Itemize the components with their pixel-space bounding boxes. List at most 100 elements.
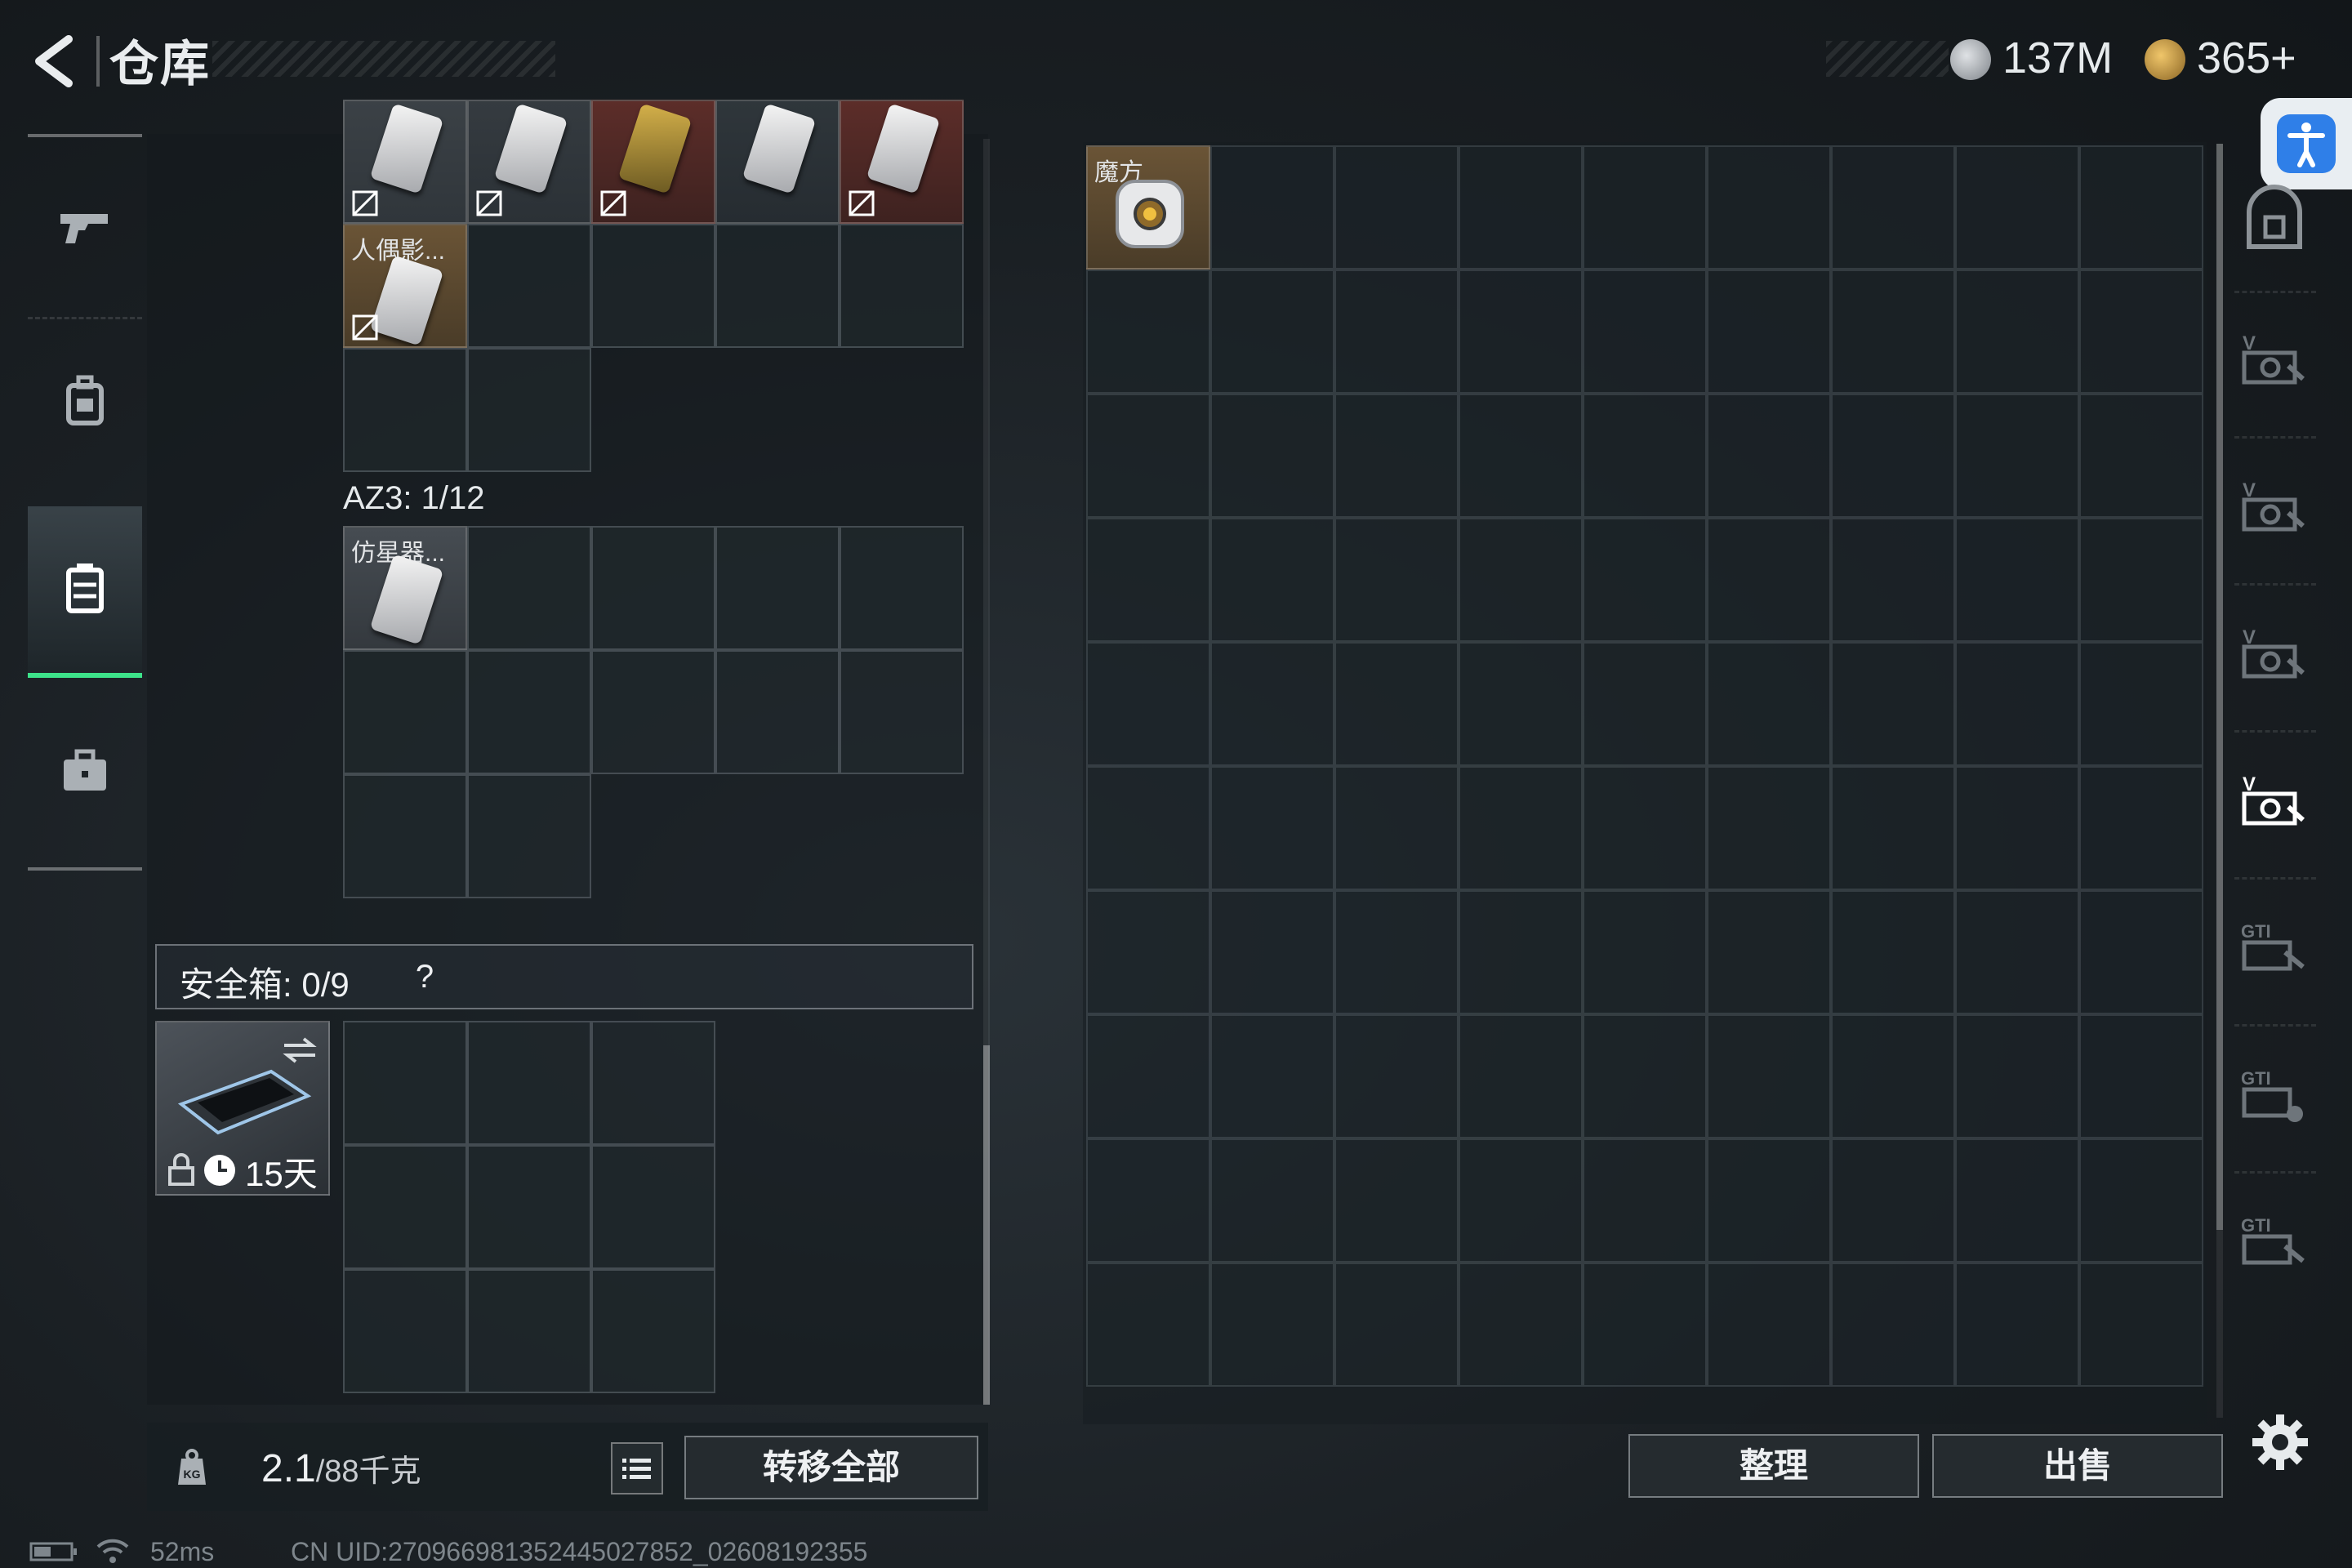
container-scrollbar-thumb[interactable] — [983, 1045, 990, 1405]
grid-slot[interactable] — [467, 526, 591, 650]
stash-grid-slot[interactable] — [1210, 1263, 1334, 1387]
stash-grid-slot[interactable] — [1831, 270, 1955, 394]
container-item-card[interactable] — [343, 100, 467, 224]
stash-grid-slot[interactable] — [1459, 1138, 1583, 1263]
container-item-card[interactable] — [715, 100, 840, 224]
stash-tab-v3[interactable]: V — [2238, 619, 2311, 693]
stash-grid-slot[interactable] — [1086, 270, 1210, 394]
stash-grid-slot[interactable] — [1583, 642, 1707, 766]
stash-grid-slot[interactable] — [1955, 642, 2079, 766]
stash-grid-slot[interactable] — [1210, 518, 1334, 642]
stash-grid-slot[interactable] — [1459, 1014, 1583, 1138]
grid-slot[interactable] — [467, 224, 591, 348]
back-button[interactable] — [26, 33, 83, 90]
stash-grid-slot[interactable] — [1707, 1263, 1831, 1387]
stash-grid-slot[interactable] — [1583, 270, 1707, 394]
stash-grid-slot[interactable] — [1831, 1138, 1955, 1263]
grid-slot[interactable] — [591, 526, 715, 650]
stash-grid-slot[interactable] — [1459, 145, 1583, 270]
sell-button[interactable]: 出售 — [1932, 1434, 2223, 1498]
stash-grid-slot[interactable] — [1086, 766, 1210, 890]
stash-grid-slot[interactable] — [1583, 1014, 1707, 1138]
stash-grid-slot[interactable] — [1210, 394, 1334, 518]
safebox-help-button[interactable]: ? — [402, 954, 448, 1000]
stash-grid-slot[interactable] — [2079, 394, 2203, 518]
grid-slot[interactable] — [467, 348, 591, 472]
stash-grid-slot[interactable] — [1459, 890, 1583, 1014]
stash-grid-slot[interactable] — [1831, 890, 1955, 1014]
stash-grid-slot[interactable] — [1086, 642, 1210, 766]
stash-grid-slot[interactable] — [1955, 1263, 2079, 1387]
stash-grid-slot[interactable] — [2079, 642, 2203, 766]
stash-grid-slot[interactable] — [1210, 890, 1334, 1014]
stash-grid-slot[interactable] — [1210, 642, 1334, 766]
stash-grid-slot[interactable] — [1707, 518, 1831, 642]
stash-grid-slot[interactable] — [1583, 890, 1707, 1014]
grid-slot[interactable] — [715, 526, 840, 650]
stash-grid-slot[interactable] — [1831, 394, 1955, 518]
stash-tab-v2[interactable]: V — [2238, 472, 2311, 546]
stash-grid-slot[interactable] — [1955, 1014, 2079, 1138]
transfer-all-button[interactable]: 转移全部 — [684, 1436, 978, 1499]
grid-slot[interactable] — [591, 1145, 715, 1269]
stash-tab-v1[interactable]: V — [2238, 325, 2311, 399]
stash-tab-v4-active[interactable]: V — [2238, 766, 2311, 840]
stash-grid-slot[interactable] — [1831, 642, 1955, 766]
sidebar-item-backpack[interactable] — [28, 318, 142, 490]
stash-grid-slot[interactable] — [1210, 145, 1334, 270]
stash-grid-slot[interactable] — [2079, 766, 2203, 890]
stash-grid-slot[interactable] — [1086, 890, 1210, 1014]
grid-slot[interactable] — [840, 224, 964, 348]
gold-currency-amount[interactable]: 365+ — [2197, 33, 2296, 83]
stash-grid-slot[interactable] — [2079, 518, 2203, 642]
grid-slot[interactable] — [467, 1021, 591, 1145]
stash-grid-slot[interactable] — [2079, 270, 2203, 394]
stash-grid-slot[interactable] — [1459, 642, 1583, 766]
stash-grid-slot[interactable] — [1955, 766, 2079, 890]
stash-grid-slot[interactable] — [1831, 766, 1955, 890]
grid-slot[interactable] — [343, 650, 467, 774]
sort-button[interactable]: 整理 — [1628, 1434, 1919, 1498]
stash-grid-slot[interactable] — [1955, 518, 2079, 642]
stash-grid-slot[interactable] — [2079, 145, 2203, 270]
grid-slot[interactable] — [467, 774, 591, 898]
stash-grid-slot[interactable] — [1831, 1014, 1955, 1138]
stash-grid-slot[interactable] — [1831, 518, 1955, 642]
stash-tab-main[interactable] — [2238, 185, 2311, 258]
grid-slot[interactable] — [591, 650, 715, 774]
list-view-button[interactable] — [611, 1442, 663, 1494]
stash-grid-slot[interactable] — [1459, 766, 1583, 890]
stash-grid-slot[interactable] — [1583, 1138, 1707, 1263]
stash-grid-slot[interactable] — [1707, 394, 1831, 518]
grid-slot[interactable] — [343, 1021, 467, 1145]
stash-grid-slot[interactable] — [1707, 1014, 1831, 1138]
stash-grid-slot[interactable] — [1707, 1138, 1831, 1263]
stash-grid-slot[interactable] — [1583, 145, 1707, 270]
grid-slot[interactable] — [715, 650, 840, 774]
stash-grid-slot[interactable] — [1086, 1138, 1210, 1263]
stash-tab-gti3[interactable]: GTI — [2238, 1207, 2311, 1281]
stash-grid-slot[interactable] — [1086, 518, 1210, 642]
stash-grid-slot[interactable] — [1210, 1014, 1334, 1138]
stash-scrollbar-thumb[interactable] — [2216, 144, 2223, 1230]
grid-slot[interactable] — [840, 650, 964, 774]
grid-slot[interactable] — [715, 224, 840, 348]
stash-grid-slot[interactable] — [1459, 270, 1583, 394]
stash-grid-slot[interactable] — [1086, 394, 1210, 518]
az3-item-stellarator[interactable]: 仿星器... — [343, 526, 467, 650]
stash-grid-slot[interactable] — [1334, 145, 1459, 270]
grid-slot[interactable] — [343, 348, 467, 472]
stash-grid-slot[interactable] — [1955, 394, 2079, 518]
stash-grid-slot[interactable] — [1707, 766, 1831, 890]
stash-grid-slot[interactable] — [2079, 1138, 2203, 1263]
stash-grid-slot[interactable] — [1831, 145, 1955, 270]
sidebar-item-container[interactable] — [28, 506, 142, 678]
container-item-card[interactable] — [591, 100, 715, 224]
stash-grid-slot[interactable] — [1459, 518, 1583, 642]
stash-grid-slot[interactable] — [1334, 766, 1459, 890]
stash-grid-slot[interactable] — [1583, 518, 1707, 642]
stash-grid-slot[interactable] — [1583, 1263, 1707, 1387]
stash-tab-gti1[interactable]: GTI — [2238, 913, 2311, 987]
stash-grid-slot[interactable] — [1955, 145, 2079, 270]
stash-grid-slot[interactable] — [1955, 890, 2079, 1014]
